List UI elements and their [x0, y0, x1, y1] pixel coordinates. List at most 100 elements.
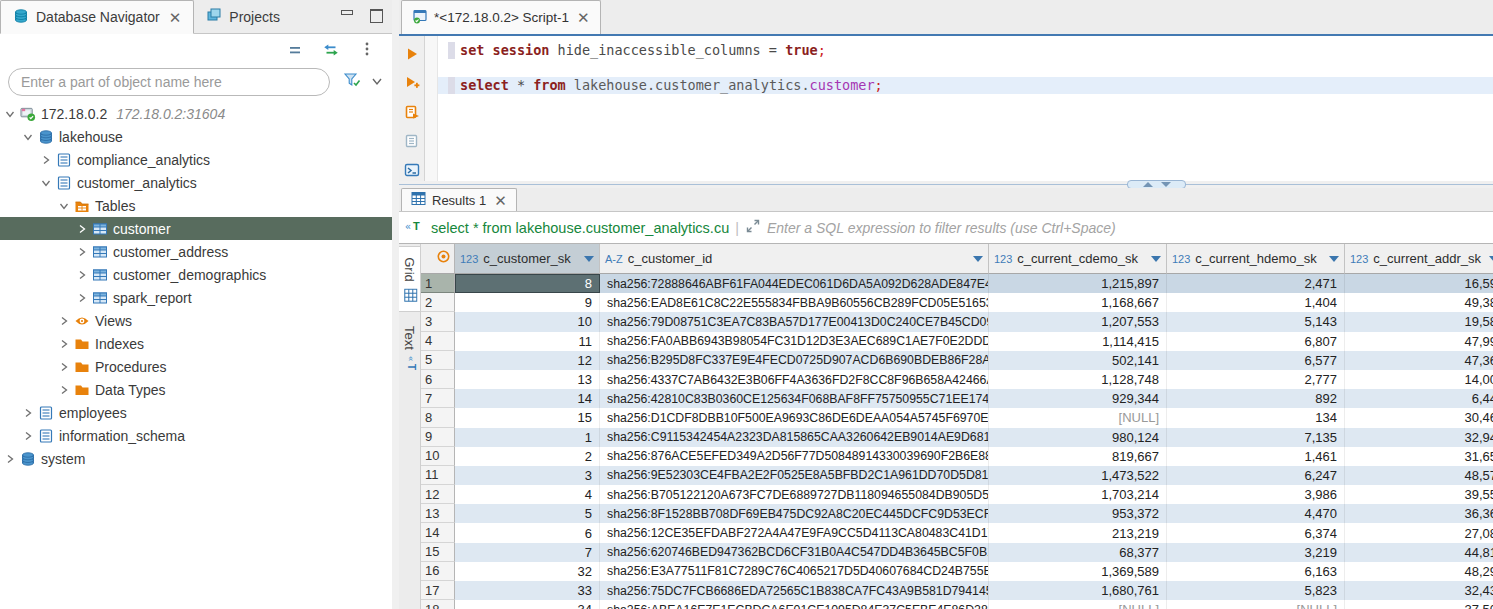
row-number[interactable]: 5 — [421, 351, 455, 370]
chevron-right-icon[interactable] — [76, 223, 88, 235]
cell-c_customer_sk-row10[interactable]: 2 — [455, 447, 600, 466]
row-number[interactable]: 3 — [421, 312, 455, 331]
cell-c_current_hdemo_sk-row14[interactable]: 6,374 — [1167, 523, 1345, 542]
cell-c_customer_id-row5[interactable]: sha256:B295D8FC337E9E4FECD0725D907ACD6B6… — [600, 351, 989, 370]
cell-c_customer_sk-row8[interactable]: 15 — [455, 408, 600, 427]
cell-c_customer_id-row13[interactable]: sha256:8F1528BB708DF69EB475DC92A8C20EC44… — [600, 504, 989, 523]
tree-item-procedures[interactable]: Procedures — [0, 355, 392, 378]
splitter-up-icon[interactable] — [1143, 182, 1153, 187]
view-menu-icon[interactable] — [358, 41, 376, 59]
row-number[interactable]: 15 — [421, 543, 455, 562]
cell-c_customer_id-row6[interactable]: sha256:4337C7AB6432E3B06FF4A3636FD2F8CC8… — [600, 370, 989, 389]
filter-input[interactable]: Enter a SQL expression to filter results… — [767, 220, 1116, 236]
cell-c_current_addr_sk-row7[interactable]: 6,44 — [1345, 389, 1493, 408]
cell-c_customer_id-row17[interactable]: sha256:75DC7FCB6686EDA72565C1B838CA7FC43… — [600, 581, 989, 600]
cell-c_current_hdemo_sk-row16[interactable]: 6,163 — [1167, 562, 1345, 581]
tree-item-customer-demographics[interactable]: customer_demographics — [0, 263, 392, 286]
cell-c_current_addr_sk-row5[interactable]: 47,36 — [1345, 351, 1493, 370]
cell-c_current_hdemo_sk-row6[interactable]: 2,777 — [1167, 370, 1345, 389]
maximize-icon[interactable] — [369, 9, 382, 21]
cell-c_current_cdemo_sk-row12[interactable]: 1,703,214 — [989, 485, 1167, 504]
panel-splitter[interactable] — [392, 0, 399, 609]
minimize-icon[interactable] — [340, 9, 353, 21]
cell-c_customer_sk-row1[interactable]: 8 — [455, 274, 600, 293]
sql-code[interactable]: set session hide_inaccessible_columns = … — [438, 36, 1493, 181]
cell-c_current_addr_sk-row18[interactable]: 37,50 — [1345, 600, 1493, 609]
execute-script-icon[interactable] — [404, 104, 420, 124]
cell-c_customer_sk-row2[interactable]: 9 — [455, 293, 600, 312]
cell-c_customer_id-row16[interactable]: sha256:E3A77511F81C7289C76C4065217D5D406… — [600, 562, 989, 581]
cell-c_customer_id-row11[interactable]: sha256:9E52303CE4FBA2E2F0525E8A5BFBD2C1A… — [600, 466, 989, 485]
chevron-right-icon[interactable] — [58, 361, 70, 373]
cell-c_customer_id-row3[interactable]: sha256:79D08751C3EA7C83BA57D177E00413D0C… — [600, 312, 989, 331]
row-number[interactable]: 10 — [421, 447, 455, 466]
tree-item-employees[interactable]: employees — [0, 401, 392, 424]
column-dropdown-icon[interactable] — [584, 256, 594, 262]
chevron-right-icon[interactable] — [4, 453, 16, 465]
chevron-down-icon[interactable] — [370, 73, 384, 91]
cell-c_customer_id-row14[interactable]: sha256:12CE35EFDABF272A4A47E9FA9CC5D4113… — [600, 523, 989, 542]
column-dropdown-icon[interactable] — [1151, 256, 1161, 262]
cell-c_current_cdemo_sk-row16[interactable]: 1,369,589 — [989, 562, 1167, 581]
cell-c_current_cdemo_sk-row14[interactable]: 213,219 — [989, 523, 1167, 542]
chevron-right-icon[interactable] — [58, 384, 70, 396]
cell-c_customer_sk-row4[interactable]: 11 — [455, 332, 600, 351]
cell-c_current_addr_sk-row1[interactable]: 16,59 — [1345, 274, 1493, 293]
chevron-right-icon[interactable] — [76, 292, 88, 304]
cell-c_current_addr_sk-row6[interactable]: 14,00 — [1345, 370, 1493, 389]
cell-c_current_cdemo_sk-row2[interactable]: 1,168,667 — [989, 293, 1167, 312]
cell-c_current_cdemo_sk-row10[interactable]: 819,667 — [989, 447, 1167, 466]
cell-c_current_hdemo_sk-row12[interactable]: 3,986 — [1167, 485, 1345, 504]
tree-item-indexes[interactable]: Indexes — [0, 332, 392, 355]
tree-item-system[interactable]: system — [0, 447, 392, 470]
chevron-right-icon[interactable] — [40, 154, 52, 166]
tab-database-navigator[interactable]: Database Navigator ✕ — [0, 0, 194, 34]
cell-c_current_addr_sk-row13[interactable]: 36,36 — [1345, 504, 1493, 523]
execute-statement-icon[interactable] — [404, 46, 420, 66]
cell-c_customer_sk-row3[interactable]: 10 — [455, 312, 600, 331]
cell-c_current_hdemo_sk-row8[interactable]: 134 — [1167, 408, 1345, 427]
cell-c_customer_id-row15[interactable]: sha256:620746BED947362BCD6CF31B0A4C547DD… — [600, 543, 989, 562]
cell-c_customer_sk-row7[interactable]: 14 — [455, 389, 600, 408]
cell-c_customer_id-row9[interactable]: sha256:C9115342454A2323DA815865CAA326064… — [600, 428, 989, 447]
cell-c_current_hdemo_sk-row18[interactable]: [NULL] — [1167, 600, 1345, 609]
cell-c_customer_id-row12[interactable]: sha256:B705122120A673FC7DE6889727DB11809… — [600, 485, 989, 504]
filter-icon[interactable] — [342, 71, 362, 93]
tree-item-information-schema[interactable]: information_schema — [0, 424, 392, 447]
open-console-icon[interactable] — [404, 162, 420, 182]
cell-c_current_hdemo_sk-row3[interactable]: 5,143 — [1167, 312, 1345, 331]
tree-item-data-types[interactable]: Data Types — [0, 378, 392, 401]
search-input[interactable]: Enter a part of object name here — [8, 68, 330, 96]
cell-c_current_addr_sk-row4[interactable]: 47,99 — [1345, 332, 1493, 351]
chevron-right-icon[interactable] — [22, 407, 34, 419]
cell-c_current_addr_sk-row11[interactable]: 48,57 — [1345, 466, 1493, 485]
cell-c_current_addr_sk-row10[interactable]: 31,65 — [1345, 447, 1493, 466]
chevron-right-icon[interactable] — [22, 430, 34, 442]
cell-c_customer_id-row10[interactable]: sha256:876ACE5EFED349A2D56F77D5084891433… — [600, 447, 989, 466]
tree-item-spark-report[interactable]: spark_report — [0, 286, 392, 309]
column-header-c_customer_sk[interactable]: 123c_customer_sk — [455, 244, 600, 274]
chevron-down-icon[interactable] — [40, 177, 52, 189]
cell-c_customer_sk-row9[interactable]: 1 — [455, 428, 600, 447]
close-icon[interactable]: ✕ — [494, 193, 507, 208]
cell-c_current_hdemo_sk-row4[interactable]: 6,807 — [1167, 332, 1345, 351]
cell-c_current_addr_sk-row12[interactable]: 39,55 — [1345, 485, 1493, 504]
cell-c_current_hdemo_sk-row5[interactable]: 6,577 — [1167, 351, 1345, 370]
cell-c_customer_sk-row13[interactable]: 5 — [455, 504, 600, 523]
cell-c_current_hdemo_sk-row1[interactable]: 2,471 — [1167, 274, 1345, 293]
row-number[interactable]: 7 — [421, 389, 455, 408]
execute-new-tab-icon[interactable] — [404, 75, 420, 95]
tab-text-view[interactable]: Text«T — [399, 318, 421, 382]
cell-c_customer_sk-row12[interactable]: 4 — [455, 485, 600, 504]
row-number[interactable]: 2 — [421, 293, 455, 312]
cell-c_current_hdemo_sk-row7[interactable]: 892 — [1167, 389, 1345, 408]
cell-c_current_hdemo_sk-row17[interactable]: 5,823 — [1167, 581, 1345, 600]
tab-sql-script[interactable]: *<172.18.0.2> Script-1 ✕ — [401, 0, 601, 34]
column-header-c_current_cdemo_sk[interactable]: 123c_current_cdemo_sk — [989, 244, 1167, 274]
cell-c_customer_sk-row16[interactable]: 32 — [455, 562, 600, 581]
explain-plan-icon[interactable] — [404, 133, 420, 153]
tree-item-customer[interactable]: customer — [0, 217, 392, 240]
code-line[interactable]: set session hide_inaccessible_columns = … — [438, 42, 1493, 59]
cell-c_current_cdemo_sk-row5[interactable]: 502,141 — [989, 351, 1167, 370]
link-with-editor-icon[interactable] — [322, 41, 340, 59]
